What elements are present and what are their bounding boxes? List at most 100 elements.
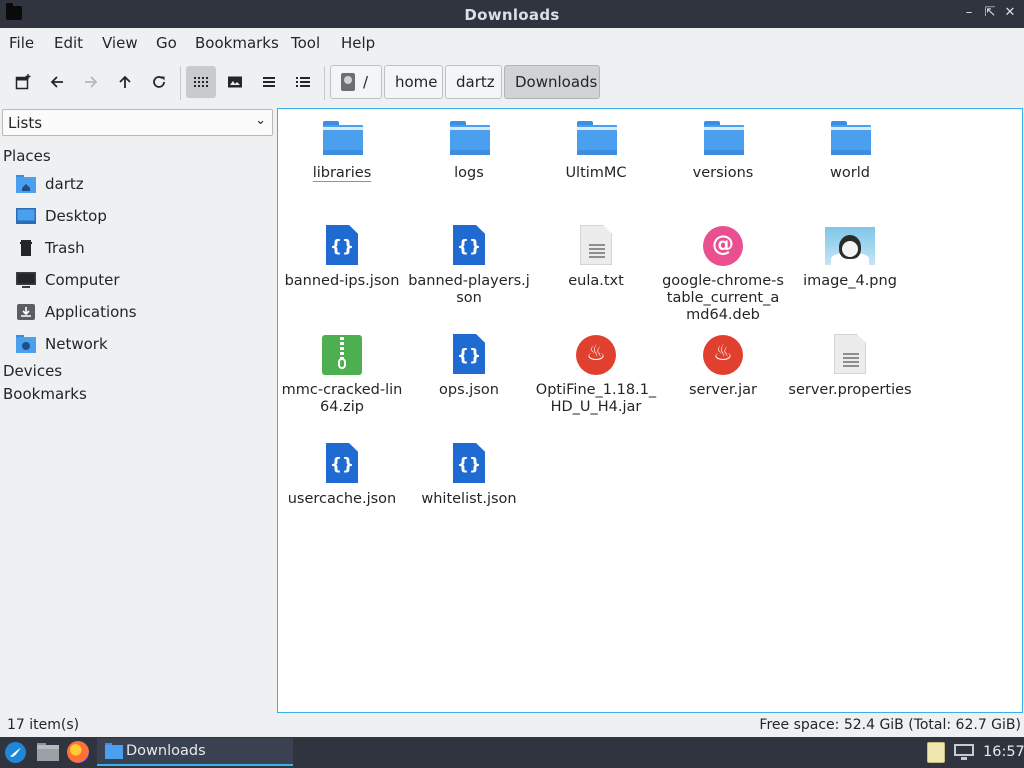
- taskbar: Downloads 16:57: [0, 737, 1024, 768]
- item-count: 17 item(s): [7, 717, 80, 733]
- home-folder-icon: [16, 175, 36, 193]
- maximize-button[interactable]: ⇱: [983, 6, 997, 20]
- icon-view-button[interactable]: [186, 66, 216, 98]
- file-item-whitelist-json[interactable]: {} whitelist.json: [407, 443, 531, 508]
- list-icon: [263, 77, 275, 87]
- status-bar: 17 item(s) Free space: 52.4 GiB (Total: …: [0, 715, 1024, 737]
- new-tab-button[interactable]: [8, 66, 38, 98]
- debian-package-icon: @: [703, 226, 743, 266]
- back-button[interactable]: [42, 66, 72, 98]
- sidebar-item-trash[interactable]: Trash: [16, 235, 266, 263]
- folder-icon: [577, 121, 617, 155]
- file-item-google-chrome-deb[interactable]: @ google-chrome-stable_current_amd64.deb: [661, 225, 785, 324]
- breadcrumb-dartz[interactable]: dartz: [445, 65, 502, 99]
- close-button[interactable]: ✕: [1003, 6, 1017, 20]
- file-item-eula-txt[interactable]: eula.txt: [534, 225, 658, 290]
- file-item-versions[interactable]: versions: [661, 117, 785, 182]
- compact-view-button[interactable]: [254, 66, 284, 98]
- folder-icon: [323, 121, 363, 155]
- taskbar-window-label: Downloads: [126, 743, 206, 759]
- file-name: server.properties: [788, 382, 912, 398]
- file-name: banned-ips.json: [284, 273, 400, 289]
- breadcrumb-label: /: [363, 73, 369, 91]
- sidebar-item-applications[interactable]: Applications: [16, 299, 266, 327]
- file-item-server-jar[interactable]: ♨ server.jar: [661, 334, 785, 399]
- file-item-mmc-cracked-zip[interactable]: mmc-cracked-lin64.zip: [280, 334, 404, 416]
- sidebar-mode-select[interactable]: Lists ⌄: [2, 109, 273, 136]
- start-menu-icon[interactable]: [5, 742, 26, 763]
- file-name: server.jar: [688, 382, 758, 398]
- breadcrumb-root[interactable]: /: [330, 65, 382, 99]
- file-name: logs: [454, 165, 484, 181]
- folder-icon: [450, 121, 490, 155]
- file-icon-view[interactable]: libraries logs UltimMC versions world {}…: [277, 108, 1023, 713]
- sidebar-item-label: Trash: [45, 239, 85, 257]
- folder-icon: [704, 121, 744, 155]
- sidebar-section-places[interactable]: Places: [3, 147, 51, 165]
- thumbnail-view-button[interactable]: [220, 66, 250, 98]
- sidebar-item-desktop[interactable]: Desktop: [16, 203, 266, 231]
- firefox-launcher-icon[interactable]: [67, 741, 89, 763]
- file-name: eula.txt: [568, 273, 624, 289]
- file-name: mmc-cracked-lin64.zip: [281, 382, 403, 415]
- file-item-world[interactable]: world: [788, 117, 912, 182]
- chevron-down-icon: ⌄: [255, 113, 266, 128]
- file-item-logs[interactable]: logs: [407, 117, 531, 182]
- menu-tool[interactable]: Tool: [291, 34, 320, 52]
- sidebar-item-computer[interactable]: Computer: [16, 267, 266, 295]
- reload-icon: [153, 76, 165, 88]
- file-item-optifine-jar[interactable]: ♨ OptiFine_1.18.1_HD_U_H4.jar: [534, 334, 658, 416]
- file-name: UltimMC: [565, 165, 627, 181]
- menu-bookmarks[interactable]: Bookmarks: [195, 34, 279, 52]
- menu-help[interactable]: Help: [341, 34, 375, 52]
- breadcrumb-downloads[interactable]: Downloads: [504, 65, 600, 99]
- file-item-ops-json[interactable]: {} ops.json: [407, 334, 531, 399]
- clipboard-icon[interactable]: [927, 742, 945, 763]
- menu-file[interactable]: File: [9, 34, 34, 52]
- arrow-left-icon: [50, 76, 63, 88]
- file-manager-launcher-icon[interactable]: [37, 743, 59, 761]
- json-file-icon: {}: [453, 334, 485, 374]
- file-item-image-4-png[interactable]: image_4.png: [788, 225, 912, 290]
- trash-icon: [20, 240, 32, 256]
- file-item-banned-players-json[interactable]: {} banned-players.json: [407, 225, 531, 307]
- menu-view[interactable]: View: [102, 34, 138, 52]
- sidebar-item-dartz[interactable]: dartz: [16, 171, 266, 199]
- file-name: whitelist.json: [421, 491, 517, 507]
- network-status-icon[interactable]: [954, 744, 974, 760]
- file-item-server-properties[interactable]: server.properties: [788, 334, 912, 399]
- file-name: usercache.json: [287, 491, 397, 507]
- detailed-list-icon: [296, 77, 310, 87]
- file-name: OptiFine_1.18.1_HD_U_H4.jar: [535, 382, 657, 415]
- menu-go[interactable]: Go: [156, 34, 177, 52]
- file-name: ops.json: [439, 382, 499, 398]
- sidebar-item-label: Computer: [45, 271, 120, 289]
- menu-bar: File Edit View Go Bookmarks Tool Help: [0, 28, 1024, 58]
- menu-edit[interactable]: Edit: [54, 34, 83, 52]
- taskbar-window-downloads[interactable]: Downloads: [97, 738, 293, 766]
- file-item-usercache-json[interactable]: {} usercache.json: [280, 443, 404, 508]
- window-title: Downloads: [464, 6, 560, 24]
- file-item-ultimmc[interactable]: UltimMC: [534, 117, 658, 182]
- up-button[interactable]: [110, 66, 140, 98]
- zip-archive-icon: [322, 335, 362, 375]
- sidebar-item-label: dartz: [45, 175, 84, 193]
- arrow-right-icon: [85, 76, 98, 88]
- toolbar-separator: [324, 66, 325, 100]
- json-file-icon: {}: [326, 225, 358, 265]
- sidebar-item-label: Desktop: [45, 207, 107, 225]
- image-thumbnail-icon: [825, 227, 875, 265]
- reload-button[interactable]: [144, 66, 174, 98]
- file-name: image_4.png: [803, 273, 897, 289]
- file-name: versions: [692, 165, 754, 181]
- minimize-button[interactable]: –: [962, 6, 976, 20]
- file-item-banned-ips-json[interactable]: {} banned-ips.json: [280, 225, 404, 290]
- file-item-libraries[interactable]: libraries: [280, 117, 404, 182]
- sidebar-item-network[interactable]: Network: [16, 331, 266, 359]
- breadcrumb-home[interactable]: home: [384, 65, 443, 99]
- sidebar-section-bookmarks[interactable]: Bookmarks: [3, 385, 87, 403]
- sidebar-section-devices[interactable]: Devices: [3, 362, 62, 380]
- detailed-list-view-button[interactable]: [288, 66, 318, 98]
- clock: 16:57: [983, 744, 1024, 760]
- forward-button[interactable]: [76, 66, 106, 98]
